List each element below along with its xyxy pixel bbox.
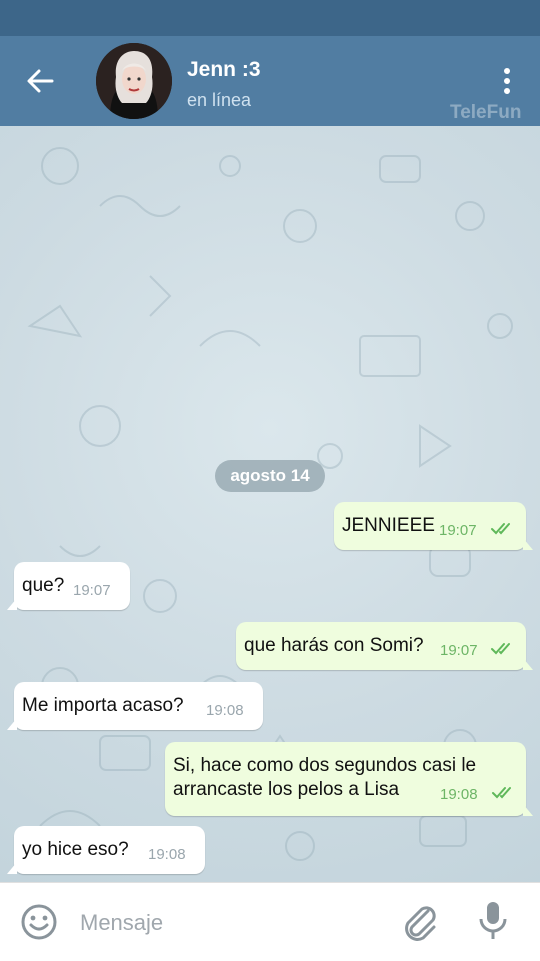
incoming-message[interactable]: que? 19:07 [7,562,130,610]
more-vert-icon [504,68,510,94]
incoming-message[interactable]: yo hice eso? 19:08 [7,826,205,874]
back-arrow-icon [27,69,54,93]
message-text-line: Si, hace como dos segundos casi le [173,755,477,776]
message-input-bar [0,882,540,961]
double-check-icon [492,787,511,799]
message-input[interactable] [78,907,382,939]
bubble-tail [7,598,17,610]
bubble-tail [523,658,533,670]
double-check-icon [491,523,510,535]
message-text: JENNIEEE [342,515,435,536]
message-text: yo hice eso? [22,839,129,860]
outgoing-message[interactable]: que harás con Somi? 19:07 [236,622,533,670]
avatar-photo [96,43,172,119]
voice-message-button[interactable] [476,899,510,943]
message-time: 19:07 [73,582,111,599]
bubble-tail [523,538,533,550]
avatar[interactable] [96,43,172,119]
message-text: Me importa acaso? [22,695,184,716]
bubble-tail [7,862,17,874]
attach-button[interactable] [400,901,440,943]
status-bar [0,0,540,36]
chat-area[interactable]: agosto 14 JENNIEEE 19:07 que? 19:07 que … [0,126,540,882]
back-button[interactable] [22,66,58,96]
chat-header: Jenn :3 en línea TeleFun [0,36,540,126]
incoming-message[interactable]: Me importa acaso? 19:08 [7,682,263,730]
message-text: que? [22,575,65,596]
watermark-text: TeleFun [450,102,522,123]
message-time: 19:08 [206,702,244,719]
attach-icon [405,906,436,941]
bubble-tail [7,718,17,730]
message-time: 19:08 [440,786,478,803]
message-text-line: arrancaste los pelos a Lisa [173,779,400,800]
emoji-icon [21,904,57,940]
contact-status: en línea [187,90,252,110]
more-options-button[interactable] [496,66,518,96]
outgoing-message[interactable]: Si, hace como dos segundos casi le arran… [165,742,533,816]
message-time: 19:08 [148,846,186,863]
outgoing-message[interactable]: JENNIEEE 19:07 [334,502,533,550]
bubble-tail [523,804,533,816]
double-check-icon [491,643,510,655]
message-time: 19:07 [440,642,478,659]
message-text: que harás con Somi? [244,635,424,656]
mic-icon [479,902,507,939]
emoji-button[interactable] [20,903,58,941]
date-divider: agosto 14 [215,460,325,492]
message-time: 19:07 [439,522,477,539]
contact-name[interactable]: Jenn :3 [187,58,261,82]
